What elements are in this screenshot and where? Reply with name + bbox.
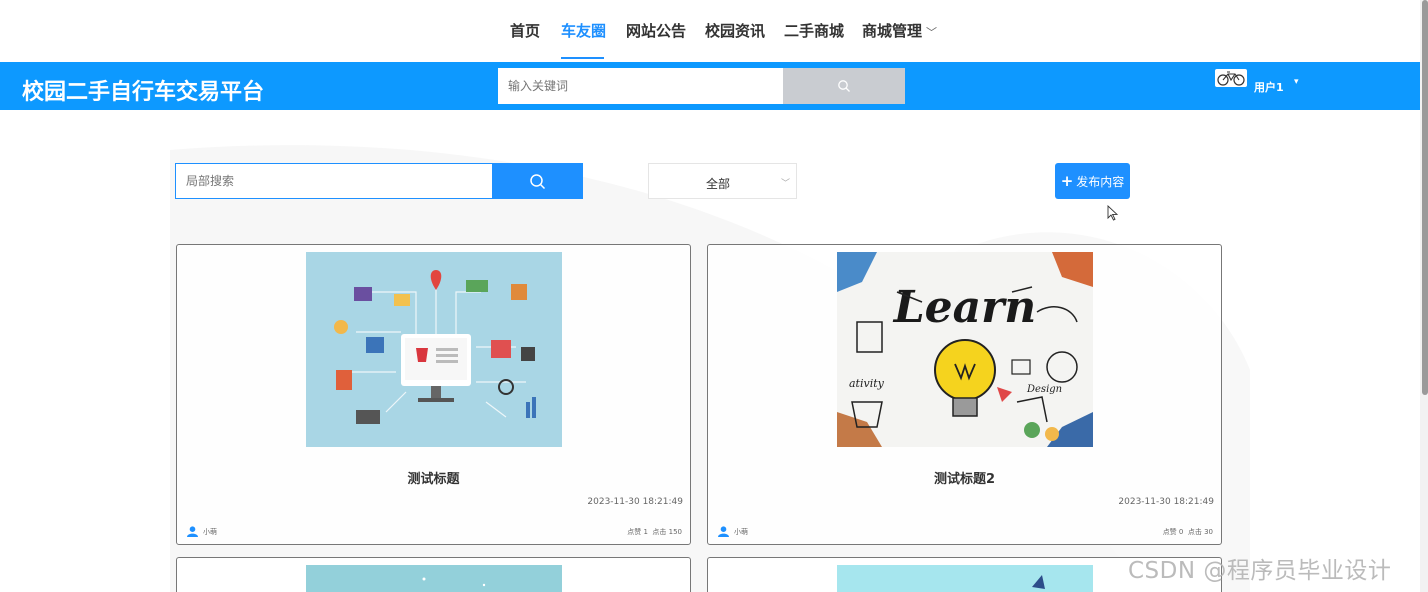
top-nav: 首页 车友圈 网站公告 校园资讯 二手商城 商城管理 ﹀ [0, 0, 1428, 62]
ecommerce-illustration-icon [306, 252, 562, 447]
user-icon [718, 526, 729, 537]
post-card[interactable]: Learn ativity Design 测试标题2 2023-11-30 18… [707, 244, 1222, 545]
post-author-name: 小萌 [203, 527, 217, 536]
rocket-image-icon [837, 565, 1093, 592]
nav-item-mall-management-label: 商城管理 [862, 22, 923, 40]
cover-image-icon [306, 565, 562, 592]
site-title: 校园二手自行车交易平台 [22, 80, 265, 105]
click-count: 150 [668, 528, 682, 536]
svg-text:ativity: ativity [849, 377, 885, 390]
eye-icon: 点击 [1187, 528, 1202, 536]
post-author: 小萌 [187, 526, 217, 537]
post-title[interactable]: 测试标题2 [708, 468, 1221, 487]
watermark: CSDN @程序员毕业设计 [1128, 558, 1392, 584]
caret-down-icon[interactable]: ▾ [1294, 77, 1299, 87]
post-cover-image[interactable] [306, 565, 562, 592]
publish-content-label: 发布内容 [1076, 174, 1125, 189]
nav-item-home[interactable]: 首页 [510, 20, 540, 41]
post-card[interactable] [176, 557, 691, 592]
publish-content-button[interactable]: + 发布内容 [1055, 163, 1130, 199]
post-card[interactable]: 测试标题 2023-11-30 18:21:49 小萌 点赞 1 点击 150 [176, 244, 691, 545]
page: 首页 车友圈 网站公告 校园资讯 二手商城 商城管理 ﹀ 校园二手自行车交易平台 … [0, 0, 1428, 592]
nav-item-mall-management[interactable]: 商城管理 ﹀ [862, 20, 937, 41]
post-cover-image[interactable]: Learn ativity Design [837, 252, 1093, 447]
global-search-input[interactable] [498, 68, 783, 104]
plus-icon: + [1060, 172, 1074, 190]
post-stats: 点赞 0 点击 30 [1163, 527, 1213, 537]
header-bar: 校园二手自行车交易平台 用户1 ▾ [0, 62, 1428, 110]
local-search-input[interactable] [175, 163, 493, 199]
like-count: 0 [1178, 528, 1184, 536]
post-time: 2023-11-30 18:21:49 [1118, 497, 1214, 507]
user-avatar[interactable] [1215, 69, 1247, 87]
global-search-button[interactable] [783, 68, 905, 104]
post-title[interactable]: 测试标题 [177, 468, 690, 487]
nav-item-rider-circle[interactable]: 车友圈 [561, 20, 606, 41]
thumbs-up-icon: 点赞 [627, 528, 642, 536]
active-nav-indicator [561, 57, 604, 59]
search-icon [530, 173, 546, 189]
search-icon [838, 80, 850, 92]
scrollbar-thumb[interactable] [1422, 0, 1428, 395]
user-name[interactable]: 用户1 [1254, 79, 1284, 95]
chevron-down-icon: ﹀ [780, 179, 790, 189]
mouse-cursor-icon [1107, 205, 1119, 221]
like-count: 1 [643, 528, 648, 536]
post-cover-image[interactable] [306, 252, 562, 447]
user-icon [187, 526, 198, 537]
nav-item-campus-news[interactable]: 校园资讯 [705, 20, 765, 41]
category-select-value: 全部 [706, 177, 731, 191]
learn-text: Learn [892, 282, 1037, 333]
eye-icon: 点击 [652, 528, 667, 536]
post-stats: 点赞 1 点击 150 [627, 527, 682, 537]
thumbs-up-icon: 点赞 [1162, 528, 1177, 536]
svg-text:Design: Design [1026, 384, 1062, 395]
post-author-name: 小萌 [734, 527, 748, 536]
learn-lightbulb-illustration-icon: Learn ativity Design [837, 252, 1093, 447]
click-count: 30 [1204, 528, 1213, 536]
post-cover-image[interactable] [837, 565, 1093, 592]
nav-item-announcements[interactable]: 网站公告 [626, 20, 686, 41]
chevron-down-icon: ﹀ [926, 26, 938, 39]
local-search-button[interactable] [492, 163, 583, 199]
bicycle-icon [1217, 71, 1245, 86]
post-author: 小萌 [718, 526, 748, 537]
nav-item-second-hand-mall[interactable]: 二手商城 [784, 20, 844, 41]
post-time: 2023-11-30 18:21:49 [587, 497, 683, 507]
category-select[interactable]: 全部 ﹀ [648, 163, 797, 199]
